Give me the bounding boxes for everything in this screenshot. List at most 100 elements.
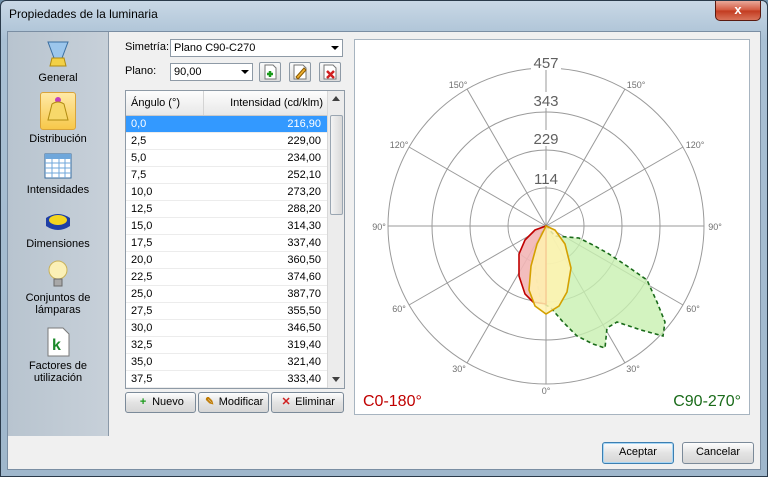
scroll-thumb[interactable]	[330, 115, 343, 215]
table-row[interactable]: 17,5 337,40	[126, 235, 327, 252]
radial-label: 114	[534, 171, 558, 188]
table-row[interactable]: 20,0 360,50	[126, 252, 327, 269]
sidebar-item-label: General	[38, 72, 78, 84]
polar-chart-frame: 457 343 229 114 150° 150° 120° 120° 90° …	[354, 39, 750, 415]
angle-cell: 10,0	[131, 186, 153, 198]
intensity-cell: 355,50	[287, 305, 321, 317]
radial-label: 343	[533, 93, 558, 110]
title-bar[interactable]: Propiedades de la luminaria x	[1, 1, 767, 27]
close-button[interactable]: x	[715, 1, 761, 21]
table-row[interactable]: 0,0 216,90	[126, 116, 327, 133]
sidebar-item-general[interactable]: General	[8, 38, 108, 84]
close-icon: x	[734, 2, 742, 17]
angle-label: 90°	[708, 222, 722, 232]
dialog-client: General Distribución Intensidades Dimens…	[7, 31, 761, 470]
angle-cell: 7,5	[131, 169, 147, 181]
window-title: Propiedades de la luminaria	[9, 7, 158, 21]
plano-value: 90,00	[174, 66, 202, 78]
chevron-down-icon	[241, 70, 249, 74]
sidebar-item-factores[interactable]: k Factores de utilización	[8, 326, 108, 384]
simetria-value: Plano C90-C270	[174, 42, 256, 54]
table-row[interactable]: 32,5 319,40	[126, 337, 327, 354]
table-row[interactable]: 37,5 333,40	[126, 371, 327, 388]
table-row[interactable]: 27,5 355,50	[126, 303, 327, 320]
table-row[interactable]: 25,0 387,70	[126, 286, 327, 303]
table-scrollbar[interactable]	[327, 91, 344, 388]
table-row[interactable]: 2,5 229,00	[126, 133, 327, 150]
intensity-cell: 252,10	[287, 169, 321, 181]
angle-cell: 17,5	[131, 237, 153, 249]
angle-label: 60°	[392, 304, 406, 314]
plano-label: Plano:	[125, 65, 157, 77]
sidebar-item-distribucion[interactable]: Distribución	[8, 92, 108, 145]
cancel-button[interactable]: Cancelar	[682, 442, 754, 464]
sidebar-item-label: Conjuntos de lámparas	[25, 292, 91, 316]
table-row[interactable]: 35,0 321,40	[126, 354, 327, 371]
angle-cell: 30,0	[131, 322, 153, 334]
intensity-cell: 321,40	[287, 356, 321, 368]
simetria-select[interactable]: Plano C90-C270	[170, 39, 343, 57]
dialog-window: Propiedades de la luminaria x General Di…	[0, 0, 768, 477]
table-row[interactable]: 10,0 273,20	[126, 184, 327, 201]
plus-icon: +	[139, 396, 147, 408]
edit-plane-button[interactable]	[289, 62, 311, 82]
angle-label: 120°	[390, 140, 409, 150]
delete-plane-button[interactable]	[319, 62, 341, 82]
intensity-cell: 360,50	[287, 254, 321, 266]
legend-c90-270: C90-270°	[673, 393, 741, 410]
sidebar: General Distribución Intensidades Dimens…	[8, 32, 109, 436]
plano-select[interactable]: 90,00	[170, 63, 253, 81]
delete-plane-icon	[323, 64, 337, 80]
intensity-cell: 319,40	[287, 339, 321, 351]
edit-plane-icon	[293, 64, 307, 80]
radial-label: 229	[533, 131, 558, 148]
angle-label: 120°	[686, 140, 705, 150]
table-row[interactable]: 15,0 314,30	[126, 218, 327, 235]
scroll-up-icon[interactable]	[332, 96, 340, 101]
table-header: Ángulo (°) Intensidad (cd/klm)	[126, 91, 327, 116]
intensity-table: Ángulo (°) Intensidad (cd/klm) 0,0 216,90…	[125, 90, 345, 389]
nuevo-button[interactable]: + Nuevo	[125, 392, 196, 413]
nuevo-label: Nuevo	[152, 396, 184, 408]
add-plane-button[interactable]	[259, 62, 281, 82]
angle-label: 0°	[542, 386, 551, 396]
intensity-cell: 288,20	[287, 203, 321, 215]
polar-chart: 457 343 229 114 150° 150° 120° 120° 90° …	[363, 54, 741, 410]
table-row[interactable]: 5,0 234,00	[126, 150, 327, 167]
angle-label: 60°	[686, 304, 700, 314]
k-document-icon: k	[47, 327, 70, 357]
modificar-label: Modificar	[218, 396, 264, 408]
sidebar-item-label: Factores de utilización	[28, 360, 88, 384]
modificar-button[interactable]: ✎ Modificar	[198, 392, 269, 413]
sidebar-item-intensidades[interactable]: Intensidades	[8, 150, 108, 196]
table-row[interactable]: 22,5 374,60	[126, 269, 327, 286]
active-highlight	[40, 92, 76, 130]
angle-cell: 22,5	[131, 271, 153, 283]
accept-button[interactable]: Aceptar	[602, 442, 674, 464]
intensity-cell: 346,50	[287, 322, 321, 334]
intensity-cell: 314,30	[287, 220, 321, 232]
angle-cell: 12,5	[131, 203, 153, 215]
table-row[interactable]: 12,5 288,20	[126, 201, 327, 218]
radial-label: 457	[533, 55, 558, 72]
sidebar-item-conjuntos[interactable]: Conjuntos de lámparas	[8, 258, 108, 316]
table-row[interactable]: 30,0 346,50	[126, 320, 327, 337]
angle-cell: 35,0	[131, 356, 153, 368]
table-row[interactable]: 7,5 252,10	[126, 167, 327, 184]
column-header-intensity[interactable]: Intensidad (cd/klm)	[206, 91, 323, 115]
column-header-angle[interactable]: Ángulo (°)	[131, 91, 204, 115]
intensity-cell: 337,40	[287, 237, 321, 249]
simetria-label: Simetría:	[125, 41, 170, 53]
angle-cell: 15,0	[131, 220, 153, 232]
angle-cell: 27,5	[131, 305, 153, 317]
eliminar-button[interactable]: ✕ Eliminar	[271, 392, 344, 413]
delete-x-icon: ✕	[281, 396, 291, 408]
legend-c0-180: C0-180°	[363, 393, 422, 410]
pencil-icon: ✎	[205, 396, 215, 408]
content-panel: Simetría: Plano C90-C270 Plano: 90,00 Án…	[109, 32, 760, 436]
angle-cell: 2,5	[131, 135, 147, 147]
chevron-down-icon	[331, 46, 339, 50]
angle-label: 30°	[626, 364, 640, 374]
sidebar-item-dimensiones[interactable]: Dimensiones	[8, 204, 108, 250]
scroll-down-icon[interactable]	[332, 377, 340, 382]
